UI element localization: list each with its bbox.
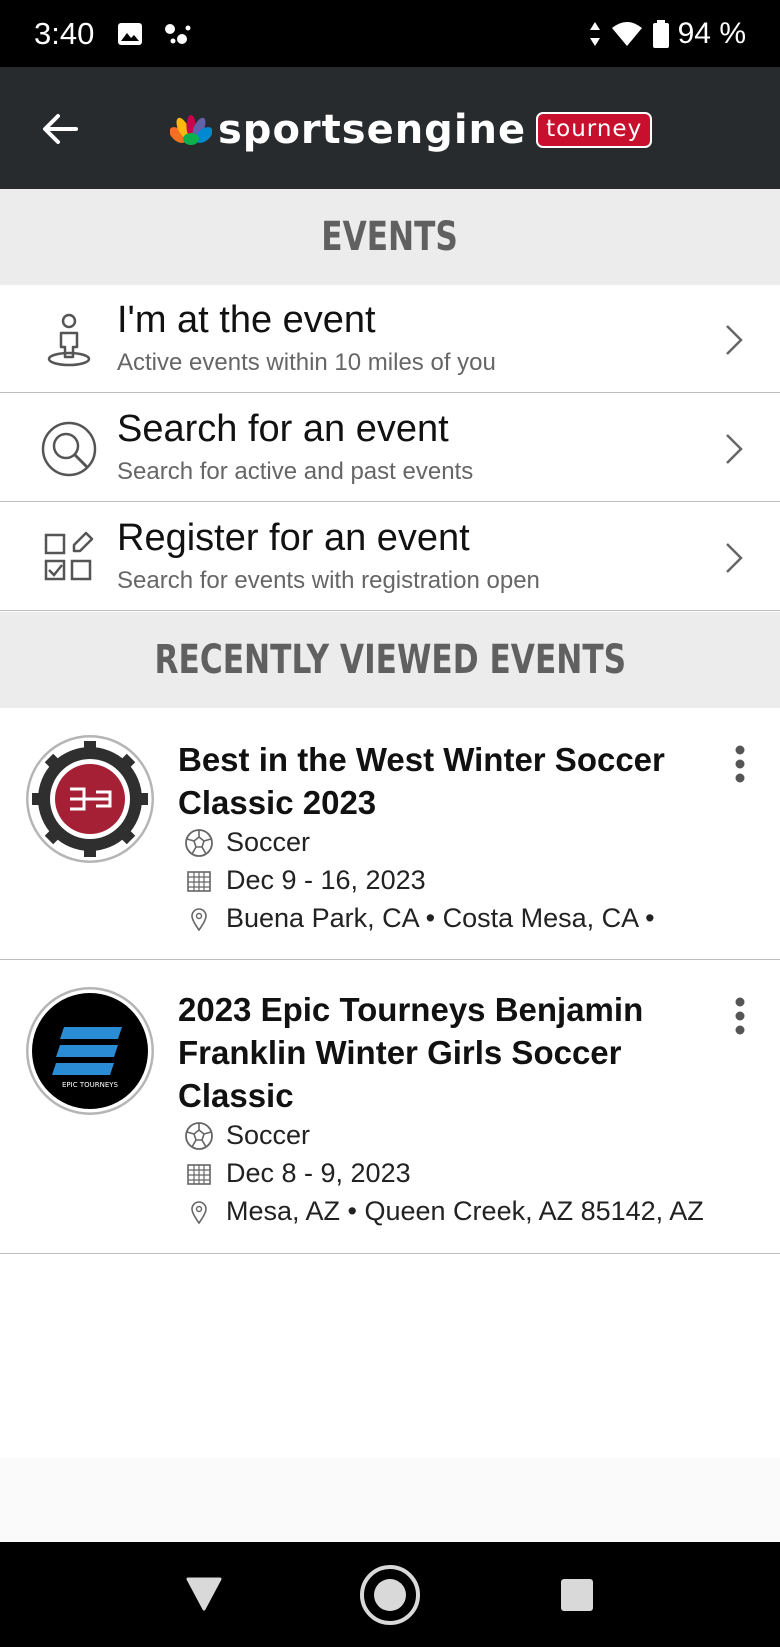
- search-icon: [41, 421, 97, 477]
- assistant-dots-icon: [165, 23, 191, 44]
- register-checklist-icon: [44, 531, 94, 581]
- person-location-icon: [47, 313, 91, 367]
- event-title: Best in the West Winter Soccer Classic 2…: [178, 738, 698, 824]
- badge-caption: EPIC TOURNEYS: [62, 1081, 119, 1089]
- menu-item-title: Search for an event: [117, 408, 449, 450]
- event-location-row: Mesa, AZ • Queen Creek, AZ 85142, AZ: [184, 1196, 704, 1227]
- image-icon: [118, 22, 143, 45]
- event-title-line: 2023 Epic Tourneys Benjamin: [178, 991, 644, 1028]
- menu-item-subtitle: Search for events with registration open: [117, 567, 540, 594]
- bottom-spacer: [0, 1458, 780, 1542]
- event-title-line: Best in the West Winter Soccer: [178, 741, 665, 778]
- sportsengine-logo: sportsengine tourney: [170, 107, 653, 153]
- more-options-icon[interactable]: [730, 744, 750, 784]
- events-section-title: EVENTS: [321, 214, 459, 260]
- chevron-right-icon: [726, 543, 743, 573]
- logo-tourney-tag: tourney: [536, 112, 653, 148]
- location-pin-icon: [191, 1200, 207, 1224]
- calendar-icon: [187, 1163, 211, 1185]
- wifi-icon: [611, 21, 642, 46]
- recent-section-header: RECENTLY VIEWED EVENTS: [0, 612, 780, 708]
- event-sport-row: Soccer: [184, 1120, 310, 1151]
- peacock-icon: [170, 115, 212, 145]
- event-title-line: Franklin Winter Girls Soccer: [178, 1034, 622, 1071]
- battery-percent: 94 %: [677, 16, 746, 50]
- event-logo-gear: [26, 735, 154, 863]
- logo-wordmark: sportsengine: [218, 107, 527, 153]
- status-bar: 3:40 94 %: [0, 0, 780, 67]
- event-sport: Soccer: [226, 1120, 311, 1150]
- nav-home-icon[interactable]: [359, 1564, 421, 1626]
- chevron-right-icon: [726, 325, 743, 355]
- system-nav-bar: [0, 1542, 780, 1647]
- calendar-icon: [187, 870, 211, 892]
- menu-item-at-event[interactable]: I'm at the event Active events within 10…: [0, 285, 780, 393]
- app-header: sportsengine tourney: [0, 67, 780, 189]
- nav-recents-icon[interactable]: [560, 1578, 594, 1612]
- status-time: 3:40: [34, 15, 95, 51]
- location-pin-icon: [191, 907, 207, 931]
- battery-icon: [652, 19, 669, 48]
- back-arrow-icon[interactable]: [38, 107, 82, 151]
- event-sport: Soccer: [226, 827, 311, 857]
- recent-section-title: RECENTLY VIEWED EVENTS: [154, 637, 626, 683]
- event-locations: Buena Park, CA • Costa Mesa, CA •: [226, 903, 655, 933]
- menu-item-search-event[interactable]: Search for an event Search for active an…: [0, 394, 780, 502]
- recent-event-card[interactable]: Best in the West Winter Soccer Classic 2…: [0, 708, 780, 960]
- menu-item-register-event[interactable]: Register for an event Search for events …: [0, 503, 780, 611]
- event-location-row: Buena Park, CA • Costa Mesa, CA •: [184, 903, 655, 934]
- event-dates: Dec 9 - 16, 2023: [226, 865, 426, 895]
- chevron-right-icon: [726, 434, 743, 464]
- events-section-header: EVENTS: [0, 189, 780, 285]
- event-logo-epic-tourneys: EPIC TOURNEYS: [26, 987, 154, 1115]
- soccer-ball-icon: [185, 1121, 213, 1150]
- menu-item-title: Register for an event: [117, 517, 470, 559]
- menu-item-subtitle: Active events within 10 miles of you: [117, 349, 496, 376]
- more-options-icon[interactable]: [730, 996, 750, 1036]
- event-sport-row: Soccer: [184, 827, 310, 858]
- event-dates-row: Dec 8 - 9, 2023: [184, 1158, 411, 1189]
- recent-event-card[interactable]: EPIC TOURNEYS 2023 Epic Tourneys Benjami…: [0, 960, 780, 1254]
- nav-back-icon[interactable]: [185, 1576, 223, 1612]
- event-locations: Mesa, AZ • Queen Creek, AZ 85142, AZ: [226, 1196, 704, 1226]
- event-title-line: Classic 2023: [178, 784, 377, 821]
- event-title: 2023 Epic Tourneys Benjamin Franklin Win…: [178, 988, 698, 1117]
- soccer-ball-icon: [185, 828, 213, 857]
- menu-item-subtitle: Search for active and past events: [117, 458, 474, 485]
- event-dates: Dec 8 - 9, 2023: [226, 1158, 411, 1188]
- event-dates-row: Dec 9 - 16, 2023: [184, 865, 426, 896]
- event-title-line: Classic: [178, 1077, 294, 1114]
- data-arrows-icon: [589, 21, 600, 46]
- menu-item-title: I'm at the event: [117, 299, 376, 341]
